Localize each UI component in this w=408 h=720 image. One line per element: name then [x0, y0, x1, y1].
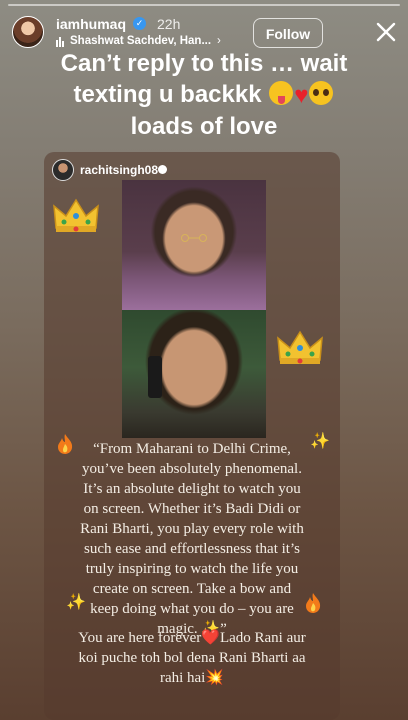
follow-button[interactable]: Follow	[253, 18, 323, 48]
caption-line-1: Can’t reply to this … wait	[60, 50, 348, 77]
quote-line: create on screen. Take a bow and	[92, 581, 292, 597]
red-heart-emoji-icon: ♥	[294, 82, 309, 109]
close-icon[interactable]	[374, 20, 398, 44]
fire-emoji-icon	[58, 434, 73, 454]
caption-line-2: texting u backkk ♥	[10, 79, 398, 111]
sparkles-emoji-icon: ✨	[310, 433, 330, 450]
crown-emoji-icon	[276, 328, 324, 368]
quote-line: you’ve been absolutely phenomenal.	[82, 461, 302, 477]
crown-emoji-icon	[52, 196, 100, 236]
profile-avatar[interactable]	[12, 16, 44, 48]
username[interactable]: iamhumaq	[56, 16, 126, 32]
quote-line: “From Maharani to Delhi Crime,	[93, 441, 291, 457]
audio-bars-icon	[56, 35, 65, 47]
collision-emoji-icon: 💥	[205, 670, 225, 686]
outro-text: You are here forever	[78, 630, 202, 646]
story-progress-bar	[8, 4, 400, 6]
quote-line: such ease and effortlessness that it’s	[84, 541, 300, 557]
quote-line: keep doing what you do – you are	[90, 601, 294, 617]
quote-line: It’s an absolute delight to watch you	[83, 481, 301, 497]
outro-line-3: rahi hai💥	[72, 668, 312, 688]
music-text: Shashwat Sachdev, Han...	[70, 35, 212, 48]
outro-line-2: koi puche toh bol dena Rani Bharti aa	[78, 650, 306, 666]
gun-shape	[148, 356, 162, 398]
delhi-crime-photo	[122, 310, 266, 438]
music-attribution[interactable]: Shashwat Sachdev, Han... ›	[56, 35, 221, 47]
outro-line-3-text: rahi hai	[159, 670, 206, 686]
post-time: 22h	[157, 16, 181, 32]
shared-post-username[interactable]: rachitsingh08	[80, 163, 158, 177]
winking-tongue-emoji-icon	[269, 81, 294, 105]
shared-post-card[interactable]: rachitsingh08 ✨ ✨ “From Maharani to Delh…	[44, 152, 340, 720]
tribute-quote: “From Maharani to Delhi Crime, you’ve be…	[80, 439, 304, 639]
red-heart-emoji-icon: ❤️	[201, 630, 220, 646]
shared-post-verified-icon	[158, 165, 167, 174]
caption-line-2-text: texting u backkk	[73, 81, 262, 108]
chevron-right-icon: ›	[217, 35, 221, 48]
story-caption: Can’t reply to this … wait texting u bac…	[10, 48, 398, 142]
caption-line-3: loads of love	[130, 113, 278, 140]
pleading-face-emoji-icon	[309, 81, 334, 105]
outro-text-rest: Lado Rani aur	[219, 630, 306, 646]
fire-emoji-icon	[306, 593, 321, 613]
glasses-icon	[181, 234, 207, 242]
quote-line: Rani Bharti, you play every role with	[80, 521, 304, 537]
tribute-outro: You are here forever❤️Lado Rani aur koi …	[72, 628, 312, 688]
outro-line-1: You are here forever❤️Lado Rani aur	[72, 628, 312, 648]
quote-line: on screen. Whether it’s Badi Didi or	[83, 501, 301, 517]
verified-badge-icon: ✓	[133, 17, 146, 30]
shared-post-avatar[interactable]	[52, 159, 74, 181]
quote-line: truly inspiring to watch the life you	[85, 561, 299, 577]
story-viewer[interactable]: iamhumaq ✓ 22h Shashwat Sachdev, Han... ›…	[0, 0, 408, 720]
maharani-photo	[122, 180, 266, 310]
